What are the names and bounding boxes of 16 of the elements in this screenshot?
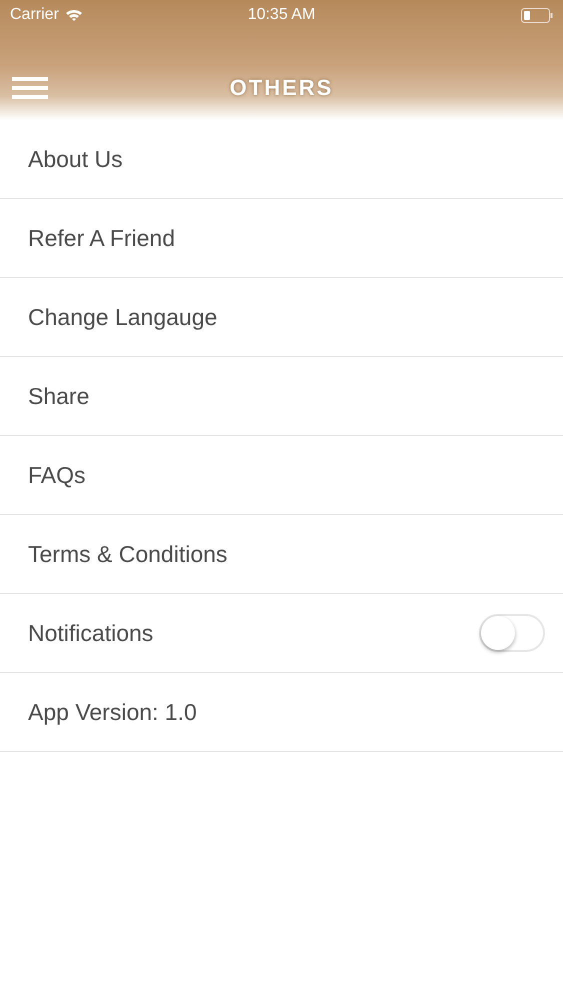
menu-icon xyxy=(12,77,48,99)
menu-item[interactable]: Terms & Conditions xyxy=(0,515,563,594)
menu-item[interactable]: About Us xyxy=(0,120,563,199)
page-title: OTHERS xyxy=(230,75,334,100)
toggle-switch[interactable] xyxy=(479,614,545,652)
version-label: App Version: 1.0 xyxy=(28,698,197,726)
menu-item[interactable]: FAQs xyxy=(0,436,563,515)
menu-item[interactable]: Change Langauge xyxy=(0,278,563,357)
setting-label: Notifications xyxy=(28,620,154,646)
carrier-label: Carrier xyxy=(10,6,59,24)
battery-icon xyxy=(521,8,553,22)
menu-button[interactable] xyxy=(12,77,48,99)
clock-time: 10:35 AM xyxy=(248,6,316,23)
wifi-icon xyxy=(64,8,83,22)
menu-item[interactable]: Share xyxy=(0,357,563,436)
menu-item[interactable]: Refer A Friend xyxy=(0,199,563,278)
